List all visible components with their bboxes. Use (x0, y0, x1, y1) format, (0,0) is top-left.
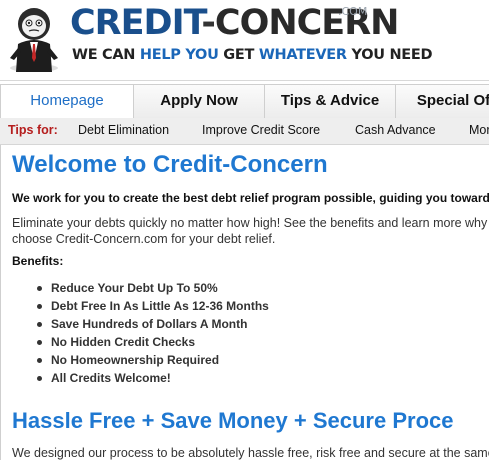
benefit-text: Save Hundreds of Dollars A Month (51, 317, 248, 331)
benefit-text: No Hidden Credit Checks (51, 335, 196, 349)
nav-tab-tips-advice[interactable]: Tips & Advice (265, 85, 396, 119)
bullet-icon (37, 286, 42, 291)
tip-link-more[interactable]: Mor (469, 118, 489, 143)
tagline-segment: WHATEVER (258, 47, 347, 63)
businessman-mascot-icon (10, 8, 58, 72)
bullet-icon (37, 322, 42, 327)
benefits-heading: Benefits: (12, 254, 64, 268)
bullet-icon (37, 340, 42, 345)
section-title: Hassle Free + Save Money + Secure Proce (12, 408, 454, 433)
bullet-icon (37, 358, 42, 363)
main-nav: Homepage Apply Now Tips & Advice Special… (0, 84, 489, 120)
page-title: Welcome to Credit-Concern (12, 151, 328, 178)
tagline-segment: YOU NEED (346, 47, 433, 63)
list-item: Save Hundreds of Dollars A Month (1, 315, 269, 333)
list-item: Reduce Your Debt Up To 50% (1, 279, 269, 297)
tagline-segment: WE CAN (72, 47, 140, 63)
intro-paragraph: Eliminate your debts quickly no matter h… (12, 216, 489, 246)
site-logo[interactable]: CREDIT-CONCERN .COM (70, 2, 400, 44)
logo-brand: CREDIT (70, 3, 202, 43)
site-tagline: WE CAN HELP YOU GET WHATEVER YOU NEED (72, 47, 433, 63)
section-paragraph: We designed our process to be absolutely… (12, 446, 489, 460)
nav-tab-special-offers[interactable]: Special Off (396, 85, 489, 119)
list-item: No Hidden Credit Checks (1, 333, 269, 351)
list-item: No Homeownership Required (1, 351, 269, 369)
tip-link-debt-elimination[interactable]: Debt Elimination (78, 118, 169, 143)
nav-tab-apply-now[interactable]: Apply Now (134, 85, 265, 119)
site-header: CREDIT-CONCERN .COM WE CAN HELP YOU GET W… (0, 0, 489, 81)
tip-link-cash-advance[interactable]: Cash Advance (355, 118, 436, 143)
tips-bar: Tips for: Debt Elimination Improve Credi… (0, 118, 489, 145)
tip-link-improve-credit-score[interactable]: Improve Credit Score (202, 118, 320, 143)
benefit-text: Debt Free In As Little As 12-36 Months (51, 299, 269, 313)
list-item: Debt Free In As Little As 12-36 Months (1, 297, 269, 315)
benefit-text: All Credits Welcome! (51, 371, 171, 385)
list-item: All Credits Welcome! (1, 369, 269, 387)
logo-dash: - (201, 3, 215, 43)
benefit-text: No Homeownership Required (51, 353, 220, 367)
tips-label: Tips for: (8, 123, 58, 137)
logo-tld: .COM (338, 5, 368, 18)
logo-name: CONCERN (214, 3, 400, 43)
benefit-text: Reduce Your Debt Up To 50% (51, 281, 218, 295)
benefits-list: Reduce Your Debt Up To 50% Debt Free In … (1, 279, 269, 387)
bullet-icon (37, 376, 42, 381)
bullet-icon (37, 304, 42, 309)
tagline-segment: GET (218, 47, 259, 63)
main-content: Welcome to Credit-Concern We work for yo… (0, 145, 489, 460)
nav-tab-homepage[interactable]: Homepage (0, 85, 134, 119)
tagline-segment: HELP YOU (139, 47, 219, 63)
lead-text: We work for you to create the best debt … (12, 191, 489, 205)
